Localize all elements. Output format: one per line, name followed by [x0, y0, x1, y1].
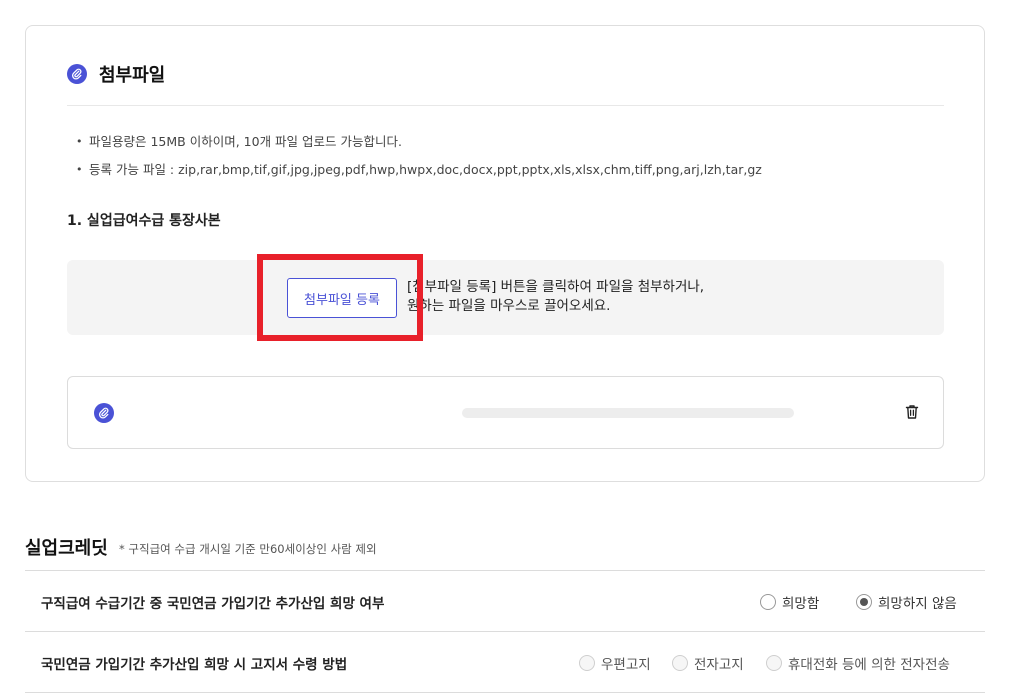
radio-circle[interactable]: [672, 655, 688, 671]
radio-not-want-label: 희망하지 않음: [878, 596, 957, 612]
drop-instructions: [첨부파일 등록] 버튼을 클릭하여 파일을 첨부하거나, 원하는 파일을 마우…: [407, 278, 704, 316]
radio-not-want[interactable]: 희망하지 않음: [856, 592, 957, 612]
attachment-title: 첨부파일: [99, 65, 166, 86]
question-pension-credit: 구직급여 수급기간 중 국민연금 가입기간 추가산입 희망 여부: [41, 596, 385, 612]
radio-circle[interactable]: [856, 594, 872, 610]
radio-mobile-transmission[interactable]: 휴대전화 등에 의한 전자전송: [766, 653, 950, 673]
attached-file-row: [67, 376, 944, 449]
radio-mobile-transmission-label: 휴대전화 등에 의한 전자전송: [788, 657, 950, 673]
radio-circle[interactable]: [766, 655, 782, 671]
radio-want[interactable]: 희망함: [760, 592, 819, 612]
divider: [25, 570, 985, 571]
credit-section-title: 실업크레딧: [25, 538, 108, 559]
section-label: 1. 실업급여수급 통장사본: [67, 213, 221, 229]
question-notice-method: 국민연금 가입기간 추가산입 희망 시 고지서 수령 방법: [41, 657, 348, 673]
paperclip-icon: [67, 64, 87, 84]
note-file-types: 등록 가능 파일 : zip,rar,bmp,tif,gif,jpg,jpeg,…: [76, 161, 762, 189]
radio-postal-notice[interactable]: 우편고지: [579, 653, 651, 673]
divider: [25, 692, 985, 693]
file-drop-zone[interactable]: 첨부파일 등록 [첨부파일 등록] 버튼을 클릭하여 파일을 첨부하거나, 원하…: [67, 260, 944, 335]
attachment-notes: 파일용량은 15MB 이하이며, 10개 파일 업로드 가능합니다. 등록 가능…: [76, 133, 762, 189]
credit-section-note: * 구직급여 수급 개시일 기준 만60세이상인 사람 제외: [119, 542, 377, 556]
register-attachment-button[interactable]: 첨부파일 등록: [287, 278, 397, 318]
attachment-card: 첨부파일 파일용량은 15MB 이하이며, 10개 파일 업로드 가능합니다. …: [25, 25, 985, 482]
divider: [25, 631, 985, 632]
radio-circle[interactable]: [760, 594, 776, 610]
attachment-header: 첨부파일: [67, 62, 944, 106]
drop-instructions-line2: 원하는 파일을 마우스로 끌어오세요.: [407, 298, 611, 314]
radio-want-label: 희망함: [782, 596, 820, 612]
radio-electronic-notice[interactable]: 전자고지: [672, 653, 744, 673]
radio-circle[interactable]: [579, 655, 595, 671]
trash-icon[interactable]: [903, 403, 921, 421]
radio-electronic-notice-label: 전자고지: [694, 657, 744, 673]
file-name-placeholder: [462, 408, 794, 418]
note-file-size: 파일용량은 15MB 이하이며, 10개 파일 업로드 가능합니다.: [76, 133, 762, 161]
drop-instructions-line1: [첨부파일 등록] 버튼을 클릭하여 파일을 첨부하거나,: [407, 279, 705, 295]
paperclip-icon: [94, 403, 114, 423]
radio-postal-notice-label: 우편고지: [601, 657, 651, 673]
